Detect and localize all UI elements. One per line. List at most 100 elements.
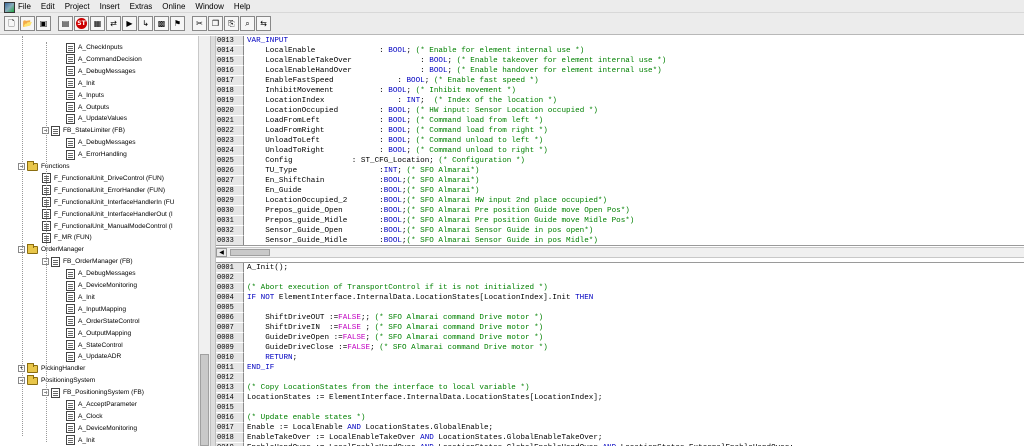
tree-item[interactable]: A_DeviceMonitoring (66, 423, 137, 434)
code-line[interactable]: 0024 UnloadToRight : BOOL; (* Command un… (216, 146, 1024, 156)
code-line[interactable]: 0008 GuideDriveOpen :=FALSE; (* SFO Alma… (216, 333, 1024, 343)
save-icon[interactable]: ▣ (36, 16, 51, 31)
code-line[interactable]: 0031 Prepos_guide_Midle :BOOL;(* SFO Alm… (216, 216, 1024, 226)
tree-item[interactable]: A_Inputs (66, 90, 104, 101)
code-line[interactable]: 0030 Prepos_guide_Open :BOOL;(* SFO Alma… (216, 206, 1024, 216)
tree-item[interactable]: A_AcceptParameter (66, 399, 137, 410)
menu-online[interactable]: Online (162, 0, 185, 13)
code-line[interactable]: 0005 (216, 303, 1024, 313)
tree-item[interactable]: F_FunctionalUnit_ErrorHandler (FUN) (42, 185, 165, 196)
tree-item[interactable]: F_FunctionalUnit_InterfaceHandlerOut (I (42, 209, 173, 220)
tree-folder[interactable]: − PositioningSystem (18, 374, 95, 386)
tree-item[interactable]: − FB_PositioningSystem (FB) (42, 387, 144, 398)
tree-item[interactable]: A_ErrorHandling (66, 149, 127, 160)
tree-item[interactable]: A_CommandDecision (66, 54, 142, 65)
code-line[interactable]: 0021 LoadFromLeft : BOOL; (* Command loa… (216, 116, 1024, 126)
tree-item[interactable]: − FB_OrderManager (FB) (42, 256, 133, 267)
paste-icon[interactable]: ⎘ (224, 16, 239, 31)
tree-folder[interactable]: − OrderManager (18, 243, 84, 255)
menu-extras[interactable]: Extras (130, 0, 153, 13)
tree-item[interactable]: − FB_StateLimiter (FB) (42, 125, 125, 136)
code-line[interactable]: 0014 LocalEnable : BOOL; (* Enable for e… (216, 46, 1024, 56)
code-line[interactable]: 0012 (216, 373, 1024, 383)
code-line[interactable]: 0016 LocalEnableHandOver : BOOL; (* Enab… (216, 66, 1024, 76)
code-line[interactable]: 0010 RETURN; (216, 353, 1024, 363)
monitor-icon[interactable]: ⚑ (170, 16, 185, 31)
tree-item[interactable]: A_DebugMessages (66, 268, 136, 279)
code-line[interactable]: 0029 LocationOccupied_2 :BOOL;(* SFO Alm… (216, 196, 1024, 206)
code-line[interactable]: 0019 LocationIndex : INT; (* Index of th… (216, 96, 1024, 106)
tree-item[interactable]: A_Init (66, 78, 95, 89)
code-line[interactable]: 0015 LocalEnableTakeOver : BOOL; (* Enab… (216, 56, 1024, 66)
code-line[interactable]: 0022 LoadFromRight : BOOL; (* Command lo… (216, 126, 1024, 136)
tree-folder[interactable]: + PickingHandler (18, 362, 85, 374)
code-line[interactable]: 0015 (216, 403, 1024, 413)
tree-item[interactable]: F_FunctionalUnit_InterfaceHandlerIn (FU (42, 197, 175, 208)
code-line[interactable]: 0025 Config : ST_CFG_Location; (* Config… (216, 156, 1024, 166)
tree-item[interactable]: A_DebugMessages (66, 137, 136, 148)
code-line[interactable]: 0018 EnableTakeOver := LocalEnableTakeOve… (216, 433, 1024, 443)
step-icon[interactable]: ↳ (138, 16, 153, 31)
tree-item[interactable]: A_StateControl (66, 340, 123, 351)
menu-edit[interactable]: Edit (41, 0, 55, 13)
logout-icon[interactable]: ⇄ (106, 16, 121, 31)
code-editor[interactable]: 0001 A_Init(); 0002 0003 (* Abort execution … (216, 262, 1024, 446)
run-icon[interactable]: ▶ (122, 16, 137, 31)
declaration-hscrollbar[interactable]: ◀ (216, 247, 1024, 258)
tree-item[interactable]: A_InputMapping (66, 304, 126, 315)
tree-folder[interactable]: − Functions (18, 160, 70, 172)
scroll-left-icon[interactable]: ◀ (216, 248, 227, 257)
code-line[interactable]: 0003 (* Abort execution of TransportContr… (216, 283, 1024, 293)
code-line[interactable]: 0017 Enable := LocalEnable AND LocationSt… (216, 423, 1024, 433)
menu-file[interactable]: File (18, 0, 31, 13)
code-line[interactable]: 0016 (* Update enable states *) (216, 413, 1024, 423)
replace-icon[interactable]: ⇆ (256, 16, 271, 31)
declaration-editor[interactable]: 0013 VAR_INPUT 0014 LocalEnable : BOOL; (*… (216, 36, 1024, 246)
code-line[interactable]: 0009 GuideDriveClose :=FALSE; (* SFO Alm… (216, 343, 1024, 353)
code-line[interactable]: 0004 IF NOT ElementInterface.InternalData… (216, 293, 1024, 303)
menu-project[interactable]: Project (65, 0, 90, 13)
code-line[interactable]: 0023 UnloadToLeft : BOOL; (* Command unl… (216, 136, 1024, 146)
code-line[interactable]: 0026 TU_Type :INT; (* SFO Almarai*) (216, 166, 1024, 176)
menu-help[interactable]: Help (234, 0, 250, 13)
code-line[interactable]: 0033 Sensor_Guide_Midle :BOOL;(* SFO Alm… (216, 236, 1024, 245)
tree-item[interactable]: A_Init (66, 435, 95, 446)
tree-item[interactable]: A_OutputMapping (66, 328, 131, 339)
tree-scrollbar[interactable] (198, 36, 210, 446)
stop-icon[interactable]: ST (74, 16, 89, 31)
tree-item[interactable]: A_DeviceMonitoring (66, 280, 137, 291)
cut-icon[interactable]: ✂ (192, 16, 207, 31)
tree-item[interactable]: A_Init (66, 292, 95, 303)
code-line[interactable]: 0002 (216, 273, 1024, 283)
tree-item[interactable]: A_OrderStateControl (66, 316, 140, 327)
tree-item[interactable]: A_UpdateValues (66, 113, 127, 124)
tree-item[interactable]: A_UpdateADR (66, 351, 121, 362)
find-icon[interactable]: ⌕ (240, 16, 255, 31)
code-line[interactable]: 0018 InhibitMovement : BOOL; (* Inhibit … (216, 86, 1024, 96)
declaration-hscrollbar-thumb[interactable] (230, 249, 270, 256)
breakpoint-icon[interactable]: ▩ (154, 16, 169, 31)
tree-item[interactable]: F_FunctionalUnit_ManualModeControl (I (42, 221, 173, 232)
open-file-icon[interactable]: 📂 (20, 16, 35, 31)
build-icon[interactable]: ▤ (58, 16, 73, 31)
code-line[interactable]: 0028 En_Guide :BOOL;(* SFO Almarai*) (216, 186, 1024, 196)
code-line[interactable]: 0007 ShiftDriveIN :=FALSE ; (* SFO Almar… (216, 323, 1024, 333)
code-line[interactable]: 0006 ShiftDriveOUT :=FALSE;; (* SFO Alma… (216, 313, 1024, 323)
tree-item[interactable]: F_FunctionalUnit_DriveControl (FUN) (42, 173, 164, 184)
code-line[interactable]: 0001 A_Init(); (216, 263, 1024, 273)
tree-item[interactable]: F_MR (FUN) (42, 232, 92, 243)
login-icon[interactable]: ▦ (90, 16, 105, 31)
tree-scrollbar-thumb[interactable] (200, 354, 209, 446)
code-line[interactable]: 0013 VAR_INPUT (216, 36, 1024, 46)
tree-item[interactable]: A_Outputs (66, 102, 109, 113)
code-line[interactable]: 0017 EnableFastSpeed : BOOL; (* Enable f… (216, 76, 1024, 86)
menu-insert[interactable]: Insert (100, 0, 120, 13)
code-line[interactable]: 0011 END_IF (216, 363, 1024, 373)
copy-icon[interactable]: ❐ (208, 16, 223, 31)
code-line[interactable]: 0027 En_ShiftChain :BOOL;(* SFO Almarai*… (216, 176, 1024, 186)
tree-item[interactable]: A_DebugMessages (66, 66, 136, 77)
tree-item[interactable]: A_Clock (66, 411, 103, 422)
menu-window[interactable]: Window (195, 0, 223, 13)
tree-item[interactable]: A_CheckInputs (66, 42, 123, 53)
code-line[interactable]: 0032 Sensor_Guide_Open :BOOL;(* SFO Alma… (216, 226, 1024, 236)
